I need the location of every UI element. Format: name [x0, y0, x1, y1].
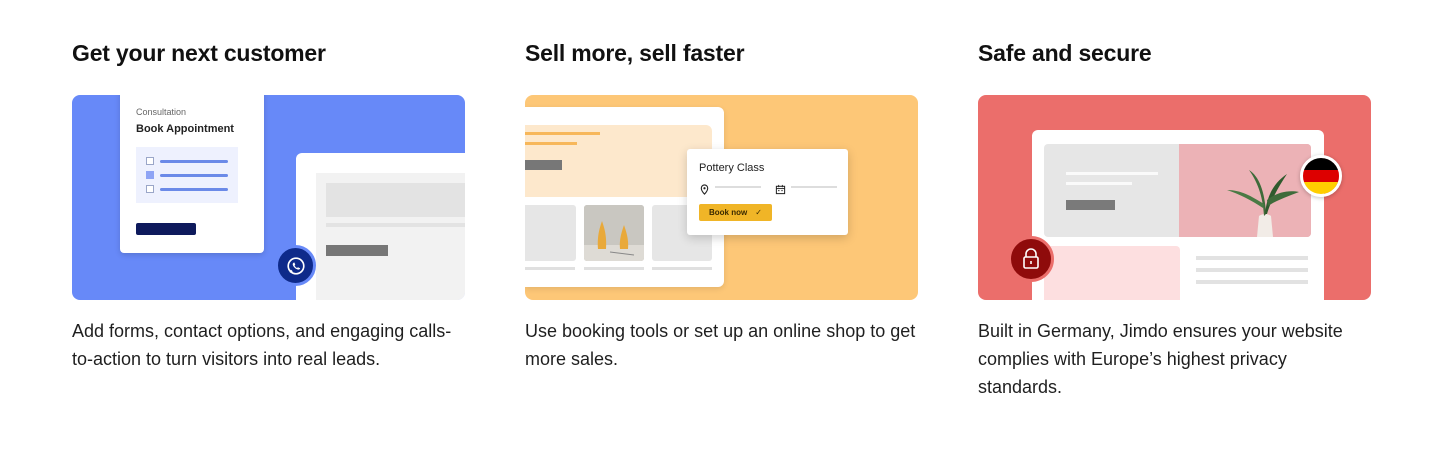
feature-title: Safe and secure	[978, 40, 1152, 66]
feature-description: Built in Germany, Jimdo ensures your web…	[978, 321, 1343, 397]
form-subtitle: Consultation	[136, 107, 187, 117]
location-pin-icon	[699, 182, 710, 200]
booking-popup: Pottery Class Book now ✓	[687, 149, 848, 235]
product-image	[584, 205, 644, 261]
feature-title: Sell more, sell faster	[525, 40, 745, 66]
checkbox-row	[146, 157, 230, 165]
checkbox-row	[146, 185, 230, 193]
checkbox-label-line	[160, 188, 228, 191]
calendar-icon	[775, 182, 786, 200]
feature-description: Add forms, contact options, and engaging…	[72, 321, 452, 369]
germany-flag-icon	[1300, 155, 1342, 197]
whatsapp-icon	[275, 245, 316, 286]
plant-image	[1179, 144, 1311, 237]
checkbox-list	[136, 147, 238, 203]
product-tile	[525, 205, 576, 261]
form-title: Book Appointment	[136, 123, 234, 135]
illustration-card: Consultation Book Appointment	[72, 95, 465, 300]
check-icon: ✓	[755, 208, 762, 217]
illustration-card: Pottery Class Book now ✓	[525, 95, 918, 300]
checkbox-label-line	[160, 174, 228, 177]
checkbox-label-line	[160, 160, 228, 163]
form-submit-button	[136, 223, 196, 235]
lock-icon	[1008, 236, 1054, 282]
checkbox-row	[146, 171, 230, 179]
checkbox	[146, 185, 154, 193]
book-now-label: Book now	[709, 208, 748, 217]
booking-form-mockup: Consultation Book Appointment	[120, 95, 264, 253]
website-page-mockup	[296, 153, 465, 300]
feature-title: Get your next customer	[72, 40, 326, 66]
illustration-card	[978, 95, 1371, 300]
checkbox-checked	[146, 171, 154, 179]
feature-description: Use booking tools or set up an online sh…	[525, 321, 916, 369]
book-now-button: Book now ✓	[699, 204, 772, 221]
website-page-mockup	[1032, 130, 1324, 300]
checkbox	[146, 157, 154, 165]
popup-title: Pottery Class	[699, 162, 765, 174]
